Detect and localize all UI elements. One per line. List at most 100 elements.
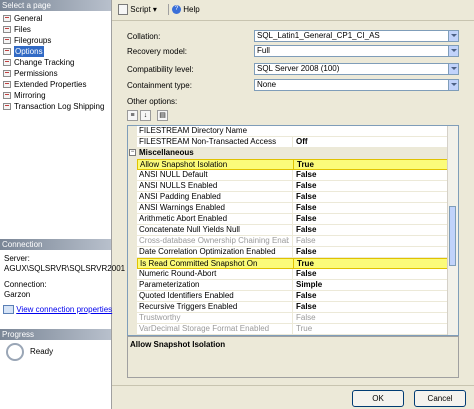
page-item-permissions[interactable]: Permissions (0, 68, 111, 79)
collation-label: Collation: (127, 32, 161, 41)
property-value[interactable]: True (292, 324, 451, 334)
collapse-icon[interactable]: − (129, 149, 136, 156)
grid-gutter (128, 126, 137, 335)
page-item-label: Extended Properties (14, 80, 87, 89)
grid-property-row[interactable]: Trustworthy False (137, 313, 450, 324)
property-value[interactable]: False (292, 236, 451, 246)
grid-property-row[interactable]: Is Read Committed Snapshot On True (137, 258, 450, 269)
page-icon (3, 92, 11, 99)
page-item-label: Options (14, 46, 44, 57)
property-value[interactable]: True (293, 160, 452, 170)
help-label: Help (183, 5, 200, 14)
compatibility-level-value: SQL Server 2008 (100) (257, 64, 340, 73)
property-value[interactable]: False (292, 269, 451, 279)
property-name: FILESTREAM Directory Name (139, 126, 248, 135)
property-value[interactable]: False (292, 291, 451, 301)
page-item-mirroring[interactable]: Mirroring (0, 90, 111, 101)
page-item-transaction-log-shipping[interactable]: Transaction Log Shipping (0, 101, 111, 112)
property-value[interactable]: False (292, 302, 451, 312)
page-item-files[interactable]: Files (0, 24, 111, 35)
page-icon (3, 48, 11, 55)
help-button[interactable]: ? Help (172, 3, 200, 16)
recovery-model-label: Recovery model: (127, 47, 188, 56)
page-icon (3, 15, 11, 22)
property-value[interactable]: False (292, 181, 451, 191)
page-icon (3, 26, 11, 33)
property-value[interactable]: Off (292, 137, 451, 147)
grid-property-row[interactable]: Arithmetic Abort Enabled False (137, 214, 450, 225)
grid-property-row[interactable]: ANSI NULL Default False (137, 170, 450, 181)
dropdown-arrow-icon (448, 64, 458, 74)
property-value[interactable]: Simple (292, 280, 451, 290)
grid-property-row[interactable]: Quoted Identifiers Enabled False (137, 291, 450, 302)
property-value[interactable]: False (292, 225, 451, 235)
ok-button[interactable]: OK (352, 390, 404, 407)
page-item-extended-properties[interactable]: Extended Properties (0, 79, 111, 90)
categorized-sort-icon[interactable]: ≡ (127, 110, 138, 121)
property-value[interactable]: False (292, 203, 451, 213)
page-icon (3, 81, 11, 88)
grid-property-row[interactable]: ANSI NULLS Enabled False (137, 181, 450, 192)
select-page-header: Select a page (0, 0, 111, 11)
page-item-options[interactable]: Options (0, 46, 111, 57)
toolbar-divider (168, 4, 169, 15)
server-value: AGUX\SQLSRVR\SQLSRVR2001 (4, 264, 126, 273)
property-value[interactable]: False (292, 247, 451, 257)
page-item-general[interactable]: General (0, 13, 111, 24)
property-name: Recursive Triggers Enabled (139, 302, 238, 311)
grid-property-row[interactable]: Cross-database Ownership Chaining Enable… (137, 236, 450, 247)
page-icon (3, 70, 11, 77)
grid-category-row[interactable]: Miscellaneous − (129, 148, 450, 159)
property-name: Quoted Identifiers Enabled (139, 291, 234, 300)
property-pages-icon[interactable]: ▤ (157, 110, 168, 121)
connection-properties-icon (3, 305, 14, 315)
grid-property-row[interactable]: Concatenate Null Yields Null False (137, 225, 450, 236)
connection-value: Garzon (4, 290, 31, 299)
grid-property-row[interactable]: Date Correlation Optimization Enabled Fal… (137, 247, 450, 258)
page-item-filegroups[interactable]: Filegroups (0, 35, 111, 46)
property-value[interactable]: False (292, 192, 451, 202)
alphabetical-sort-icon[interactable]: ↓ (140, 110, 151, 121)
script-button[interactable]: Script ▾ (118, 3, 157, 16)
containment-type-value: None (257, 80, 277, 89)
grid-property-row[interactable]: VarDecimal Storage Format Enabled True (137, 324, 450, 335)
page-item-change-tracking[interactable]: Change Tracking (0, 57, 111, 68)
property-value[interactable]: True (293, 259, 452, 269)
page-item-label: Files (14, 25, 31, 34)
property-name: ANSI NULL Default (139, 170, 208, 179)
property-name: Cross-database Ownership Chaining Enable… (139, 236, 289, 245)
progress-header: Progress (0, 329, 111, 340)
property-name: Allow Snapshot Isolation (140, 160, 228, 169)
grid-property-row[interactable]: FILESTREAM Directory Name (137, 126, 450, 137)
bottom-divider (112, 385, 474, 386)
connection-header: Connection (0, 239, 111, 250)
grid-property-row[interactable]: Parameterization Simple (137, 280, 450, 291)
grid-property-row[interactable]: Allow Snapshot Isolation True (137, 159, 450, 170)
containment-type-select[interactable]: None (254, 79, 459, 91)
grid-vertical-scrollbar[interactable] (447, 126, 458, 335)
property-name: Concatenate Null Yields Null (139, 225, 240, 234)
scrollbar-thumb[interactable] (449, 206, 456, 266)
grid-property-row[interactable]: Numeric Round-Abort False (137, 269, 450, 280)
recovery-model-select[interactable]: Full (254, 45, 459, 57)
property-value[interactable]: False (292, 170, 451, 180)
view-connection-properties-label: View connection properties (16, 305, 113, 314)
cancel-button[interactable]: Cancel (414, 390, 466, 407)
page-icon (3, 37, 11, 44)
collation-value: SQL_Latin1_General_CP1_CI_AS (257, 31, 380, 40)
page-item-label: Change Tracking (14, 58, 75, 67)
collation-select[interactable]: SQL_Latin1_General_CP1_CI_AS (254, 30, 459, 42)
progress-spinner-icon (6, 343, 24, 361)
page-item-label: Filegroups (14, 36, 52, 45)
grid-property-row[interactable]: ANSI Warnings Enabled False (137, 203, 450, 214)
toolbar: Script ▾ ? Help (112, 0, 474, 21)
view-connection-properties-link[interactable]: View connection properties (3, 305, 113, 315)
compatibility-level-select[interactable]: SQL Server 2008 (100) (254, 63, 459, 75)
grid-property-row[interactable]: FILESTREAM Non-Transacted Access Off (137, 137, 450, 148)
grid-property-row[interactable]: ANSI Padding Enabled False (137, 192, 450, 203)
page-item-label: General (14, 14, 43, 23)
containment-type-label: Containment type: (127, 81, 192, 90)
grid-property-row[interactable]: Recursive Triggers Enabled False (137, 302, 450, 313)
property-value[interactable]: False (292, 313, 451, 323)
property-value[interactable]: False (292, 214, 451, 224)
